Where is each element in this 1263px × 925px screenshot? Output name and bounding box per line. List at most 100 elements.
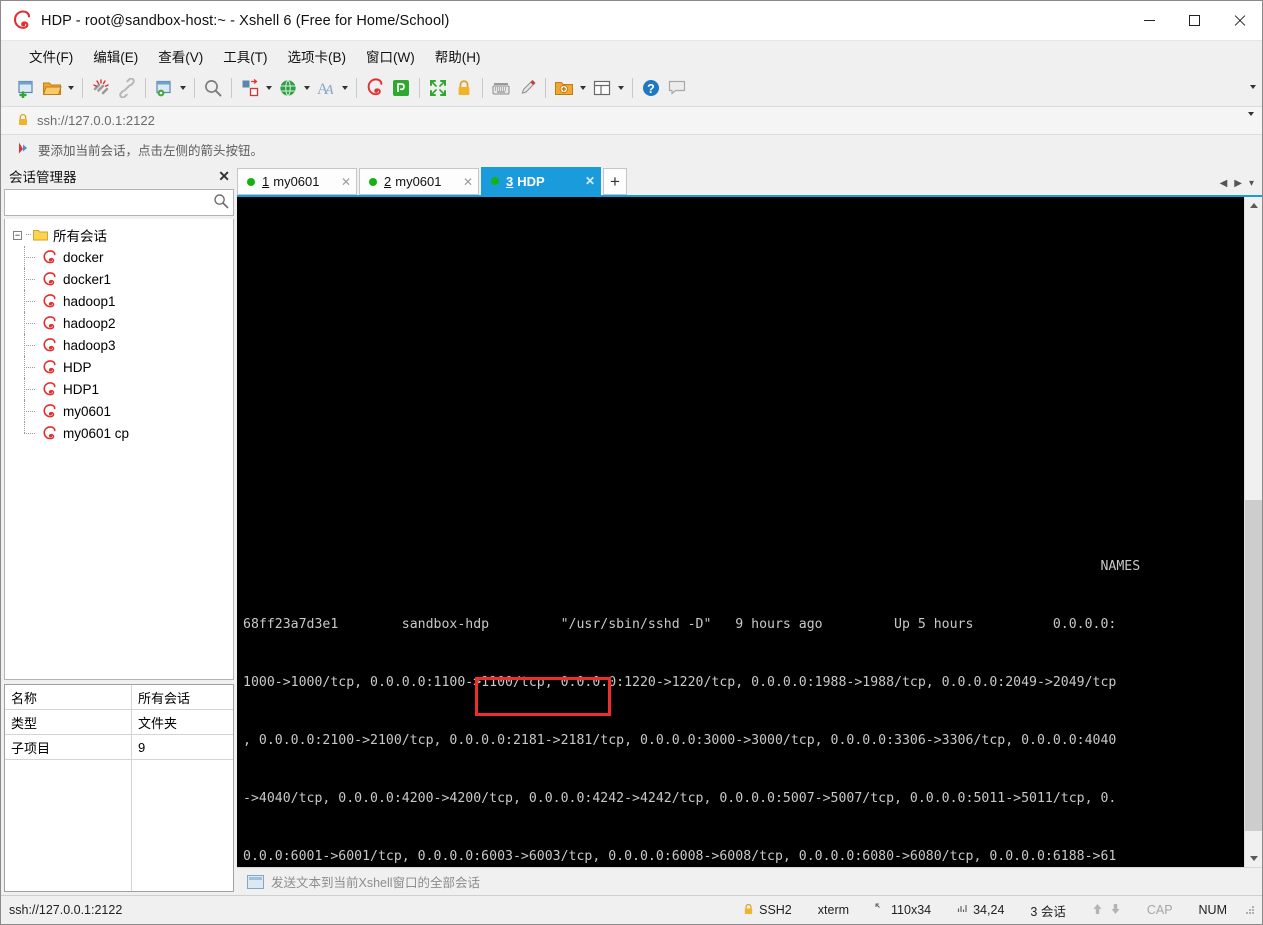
tab-prev-icon[interactable]: ◀ (1220, 179, 1228, 189)
terminal-pane: 1 my0601 ✕ 2 my0601 ✕ 3 HDP ✕ + ◀ ▶ ▾ NA… (237, 163, 1262, 895)
session-manager-header: 会话管理器 pin-icon ✕ (1, 163, 237, 189)
window-controls (1127, 1, 1262, 40)
session-item-my0601[interactable]: my0601 (5, 400, 233, 422)
globe-caret-down-icon[interactable] (301, 75, 313, 101)
xshell-icon[interactable] (362, 75, 388, 101)
menu-file[interactable]: 文件(F) (19, 42, 83, 70)
tree-expander-icon[interactable]: − (13, 230, 22, 240)
status-session-count: 3 会话 (1030, 904, 1066, 919)
session-search[interactable] (4, 189, 234, 216)
link-icon[interactable] (114, 75, 140, 101)
session-item-label: HDP1 (63, 381, 100, 397)
session-properties-caret-down-icon[interactable] (177, 75, 189, 101)
tab-my0601-1[interactable]: 1 my0601 ✕ (237, 168, 357, 195)
chat-icon[interactable] (664, 75, 690, 101)
lock-icon[interactable] (451, 75, 477, 101)
menu-tabs[interactable]: 选项卡(B) (278, 42, 357, 70)
scroll-down-button[interactable] (1245, 850, 1262, 867)
tab-menu-chevron-down-icon[interactable]: ▾ (1249, 179, 1254, 189)
menu-view[interactable]: 查看(V) (148, 42, 213, 70)
disconnect-icon[interactable] (88, 75, 114, 101)
file-transfer-icon[interactable] (237, 75, 263, 101)
close-icon[interactable]: ✕ (218, 169, 230, 183)
status-terminal-type: xterm (817, 903, 850, 917)
folder-icon (33, 229, 48, 241)
menu-window[interactable]: 窗口(W) (356, 42, 425, 70)
resize-grip[interactable] (1244, 904, 1256, 916)
property-key: 类型 (5, 710, 132, 734)
tree-root-all-sessions[interactable]: − 所有会话 (5, 224, 233, 246)
layout-caret-down-icon[interactable] (615, 75, 627, 101)
new-folder-caret-down-icon[interactable] (577, 75, 589, 101)
session-properties-icon[interactable] (151, 75, 177, 101)
minimize-button[interactable] (1127, 1, 1172, 40)
connection-status-dot (491, 177, 499, 185)
property-row-name: 名称 所有会话 (5, 685, 233, 710)
new-tab-button[interactable]: + (603, 168, 627, 195)
session-item-hdp[interactable]: HDP (5, 356, 233, 378)
highlight-pen-icon[interactable] (514, 75, 540, 101)
scroll-track[interactable] (1245, 214, 1262, 850)
address-input[interactable]: ssh://127.0.0.1:2122 (37, 113, 155, 128)
open-folder-caret-down-icon[interactable] (65, 75, 77, 101)
address-bar[interactable]: ssh://127.0.0.1:2122 (1, 106, 1262, 135)
address-chevron-down-icon[interactable] (1248, 112, 1254, 131)
menu-tools[interactable]: 工具(T) (213, 42, 277, 70)
tree-connector (24, 312, 36, 334)
layout-icon[interactable] (589, 75, 615, 101)
session-tree[interactable]: − 所有会话 docker docker1 hadoop1 hadoop2 ha… (4, 219, 234, 680)
globe-icon[interactable] (275, 75, 301, 101)
session-item-hadoop3[interactable]: hadoop3 (5, 334, 233, 356)
tab-label: HDP (517, 173, 545, 189)
status-ssh: SSH2 (730, 903, 805, 918)
svg-text:?: ? (647, 82, 655, 96)
file-transfer-caret-down-icon[interactable] (263, 75, 275, 101)
maximize-button[interactable] (1172, 1, 1217, 40)
open-folder-icon[interactable] (39, 75, 65, 101)
toolbar-separator (419, 78, 420, 98)
session-item-label: my0601 cp (63, 425, 130, 441)
session-item-hadoop1[interactable]: hadoop1 (5, 290, 233, 312)
tab-close-icon[interactable]: ✕ (329, 175, 351, 189)
send-to-all-bar[interactable]: 发送文本到当前Xshell窗口的全部会话 (237, 867, 1262, 895)
send-to-all-input[interactable]: 发送文本到当前Xshell窗口的全部会话 (271, 872, 480, 891)
session-item-docker1[interactable]: docker1 (5, 268, 233, 290)
new-session-icon[interactable] (13, 75, 39, 101)
tab-number: 3 (506, 173, 514, 189)
find-icon[interactable] (200, 75, 226, 101)
font-caret-down-icon[interactable] (339, 75, 351, 101)
tree-connector (24, 378, 36, 400)
search-input[interactable] (5, 191, 233, 214)
session-item-my0601-cp[interactable]: my0601 cp (5, 422, 233, 444)
font-icon[interactable]: A A (313, 75, 339, 101)
tab-next-icon[interactable]: ▶ (1234, 179, 1242, 189)
tab-label: my0601 (273, 174, 320, 189)
search-icon[interactable] (213, 193, 229, 212)
close-button[interactable] (1217, 1, 1262, 40)
menu-help[interactable]: 帮助(H) (425, 42, 491, 70)
new-folder-icon[interactable] (551, 75, 577, 101)
terminal-output[interactable]: NAMES 68ff23a7d3e1 sandbox-hdp "/usr/sbi… (237, 197, 1244, 867)
tab-close-icon[interactable]: ✕ (573, 174, 595, 188)
menu-edit[interactable]: 编辑(E) (83, 42, 148, 70)
toolbar-overflow-caret-down-icon[interactable] (1250, 85, 1256, 104)
xshell-logo-icon (11, 9, 33, 32)
scroll-thumb[interactable] (1245, 500, 1262, 831)
fullscreen-icon[interactable] (425, 75, 451, 101)
terminal-scrollbar[interactable] (1244, 197, 1262, 867)
session-item-hadoop2[interactable]: hadoop2 (5, 312, 233, 334)
status-cursor-position-label: 34,24 (973, 903, 1005, 917)
tree-connector (24, 290, 36, 312)
session-xshell-icon (41, 381, 58, 397)
session-item-hdp1[interactable]: HDP1 (5, 378, 233, 400)
tree-connector (26, 234, 31, 236)
tab-hdp-3[interactable]: 3 HDP ✕ (481, 167, 601, 195)
tab-strip: 1 my0601 ✕ 2 my0601 ✕ 3 HDP ✕ + ◀ ▶ ▾ (237, 163, 1262, 195)
keyboard-icon[interactable] (488, 75, 514, 101)
session-item-docker[interactable]: docker (5, 246, 233, 268)
tab-my0601-2[interactable]: 2 my0601 ✕ (359, 168, 479, 195)
help-icon[interactable]: ? (638, 75, 664, 101)
scroll-up-button[interactable] (1245, 197, 1262, 214)
xftp-icon[interactable] (388, 75, 414, 101)
tab-close-icon[interactable]: ✕ (451, 175, 473, 189)
